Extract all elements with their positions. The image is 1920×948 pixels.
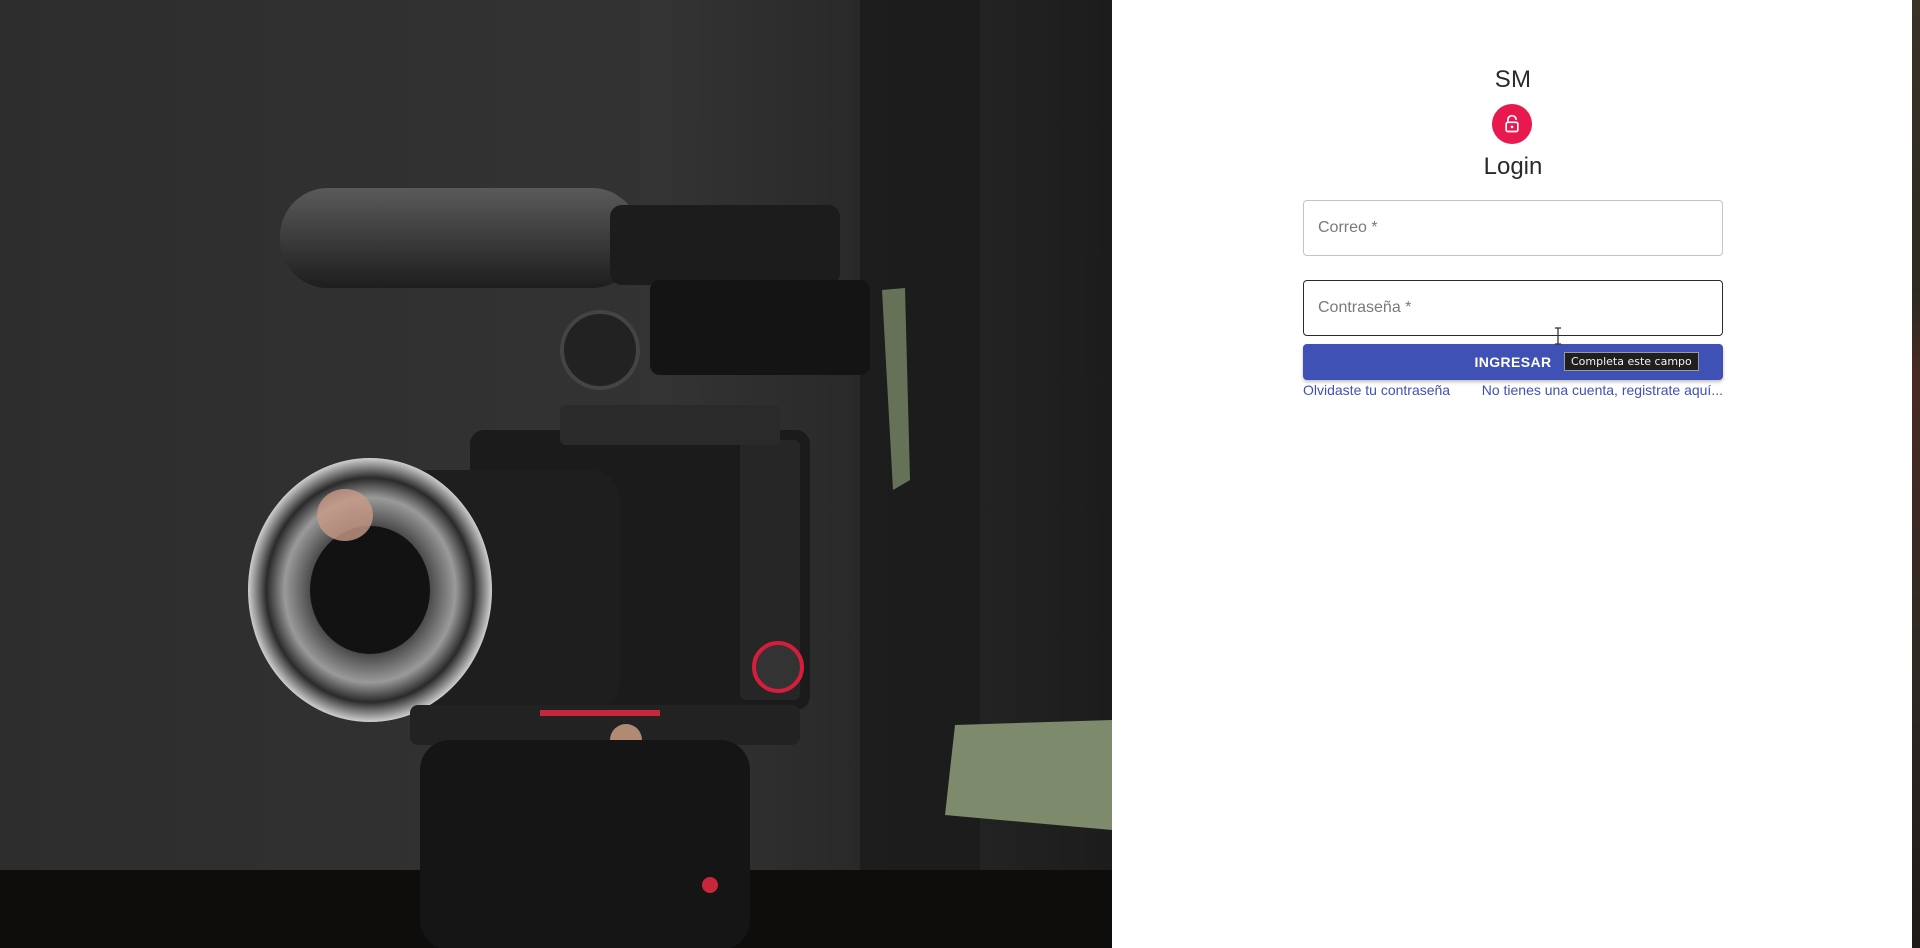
register-link[interactable]: No tienes una cuenta, registrate aquí... [1482,382,1723,398]
text-cursor-icon [1555,327,1561,345]
brand-name: SM [1494,66,1532,93]
email-input[interactable] [1304,201,1722,255]
validation-tooltip: Completa este campo [1564,352,1699,371]
login-panel: SM Login INGRESAR Olvidaste tu contraseñ… [1303,0,1723,948]
lock-icon [1505,114,1519,133]
forgot-password-link[interactable]: Olvidaste tu contraseña [1303,382,1450,398]
password-field[interactable] [1303,280,1723,336]
email-field[interactable] [1303,200,1723,256]
login-title: Login [1483,153,1543,180]
edge-strip [1912,0,1920,948]
camera-illustration [0,0,1112,948]
login-page: SM Login INGRESAR Olvidaste tu contraseñ… [0,0,1920,948]
password-input[interactable] [1304,281,1722,335]
lock-avatar [1492,104,1532,144]
hero-image [0,0,1112,948]
